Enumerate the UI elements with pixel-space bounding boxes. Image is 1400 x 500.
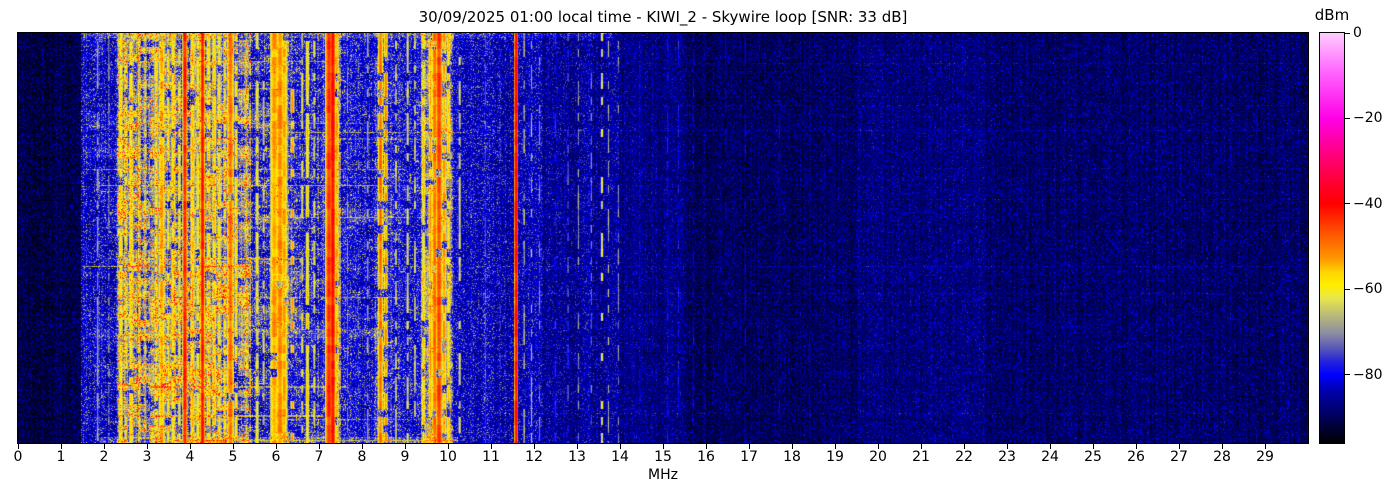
x-tick-label: 18 — [772, 449, 812, 465]
x-tick-label: 4 — [170, 449, 210, 465]
x-tick-label: 3 — [127, 449, 167, 465]
x-tick-label: 12 — [514, 449, 554, 465]
colorbar-tick-label: −20 — [1353, 110, 1383, 126]
x-tick-label: 26 — [1116, 449, 1156, 465]
x-tick-label: 1 — [41, 449, 81, 465]
colorbar — [1319, 32, 1345, 444]
x-tick-label: 21 — [901, 449, 941, 465]
x-tick-label: 28 — [1202, 449, 1242, 465]
colorbar-tick-mark — [1345, 203, 1350, 204]
x-tick-label: 23 — [987, 449, 1027, 465]
x-tick-label: 8 — [342, 449, 382, 465]
colorbar-tick-mark — [1345, 374, 1350, 375]
x-tick-label: 6 — [256, 449, 296, 465]
x-tick-label: 19 — [815, 449, 855, 465]
x-tick-label: 9 — [385, 449, 425, 465]
x-tick-label: 17 — [729, 449, 769, 465]
x-tick-label: 24 — [1030, 449, 1070, 465]
colorbar-tick-mark — [1345, 118, 1350, 119]
x-tick-label: 22 — [944, 449, 984, 465]
x-tick-label: 29 — [1245, 449, 1285, 465]
colorbar-tick-label: −80 — [1353, 367, 1383, 383]
x-tick-label: 25 — [1073, 449, 1113, 465]
colorbar-tick-label: −40 — [1353, 196, 1383, 212]
x-tick-label: 11 — [471, 449, 511, 465]
colorbar-tick-mark — [1345, 33, 1350, 34]
x-tick-label: 14 — [600, 449, 640, 465]
colorbar-label: dBm — [1308, 6, 1356, 24]
x-tick-label: 16 — [686, 449, 726, 465]
x-axis-label: MHz — [18, 467, 1308, 483]
waterfall-figure: 30/09/2025 01:00 local time - KIWI_2 - S… — [0, 0, 1400, 500]
x-tick-label: 13 — [557, 449, 597, 465]
colorbar-tick-label: 0 — [1353, 25, 1362, 41]
x-tick-label: 20 — [858, 449, 898, 465]
waterfall-canvas — [18, 33, 1308, 443]
x-tick-label: 5 — [213, 449, 253, 465]
x-tick-label: 7 — [299, 449, 339, 465]
x-tick-label: 0 — [0, 449, 38, 465]
x-tick-label: 10 — [428, 449, 468, 465]
colorbar-tick-label: −60 — [1353, 281, 1383, 297]
x-tick-label: 27 — [1159, 449, 1199, 465]
colorbar-tick-mark — [1345, 289, 1350, 290]
x-tick-label: 2 — [84, 449, 124, 465]
plot-title: 30/09/2025 01:00 local time - KIWI_2 - S… — [18, 8, 1308, 26]
x-tick-label: 15 — [643, 449, 683, 465]
